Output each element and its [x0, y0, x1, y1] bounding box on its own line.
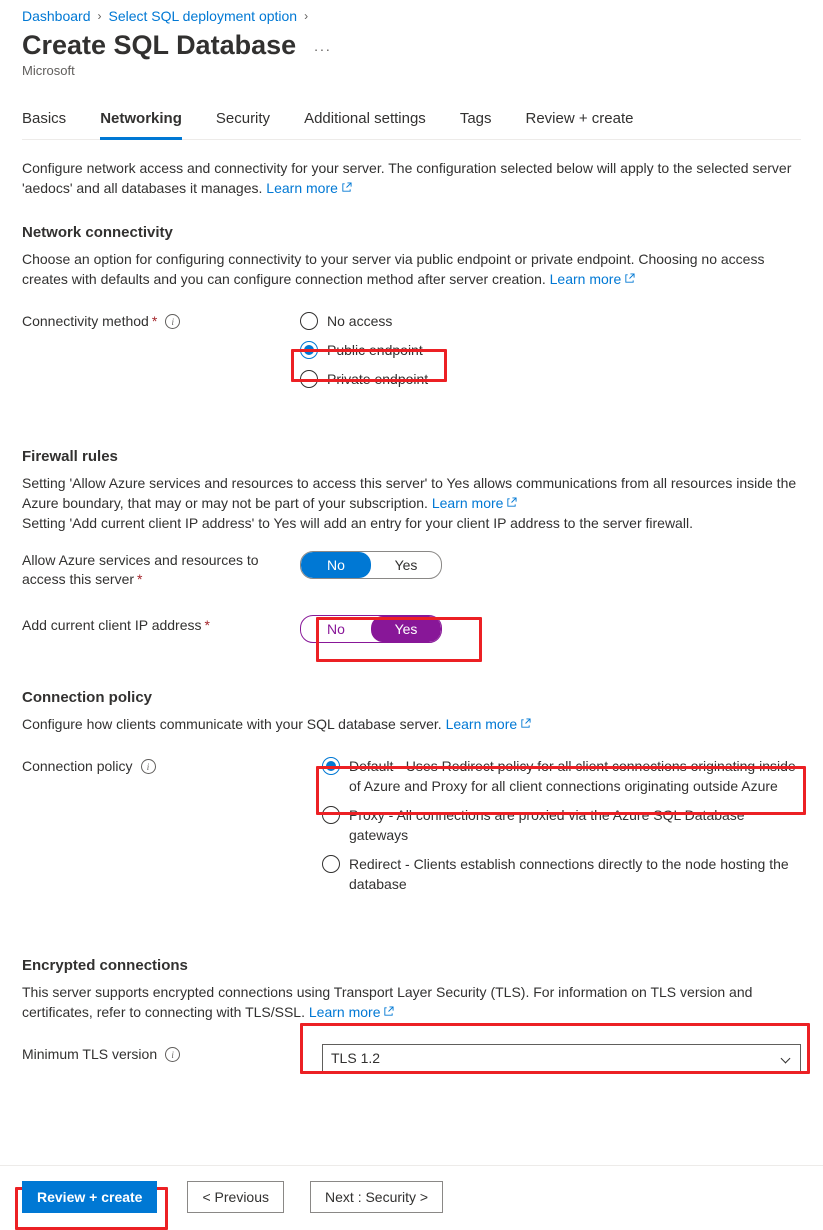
toggle-yes[interactable]: Yes: [371, 552, 441, 578]
connection-policy-heading: Connection policy: [22, 689, 801, 706]
encrypted-connections-heading: Encrypted connections: [22, 957, 801, 974]
footer: Review + create < Previous Next : Securi…: [0, 1165, 823, 1228]
next-security-button[interactable]: Next : Security >: [310, 1181, 443, 1213]
tabs: Basics Networking Security Additional se…: [22, 110, 801, 140]
connectivity-option-public-endpoint[interactable]: Public endpoint: [300, 340, 428, 360]
page-title: Create SQL Database: [22, 30, 296, 61]
intro-learn-more-link[interactable]: Learn more: [266, 180, 352, 196]
radio-icon: [322, 806, 340, 824]
connection-policy-option-default[interactable]: Default - Uses Redirect policy for all c…: [322, 756, 798, 796]
breadcrumb-dashboard[interactable]: Dashboard: [22, 8, 91, 24]
review-create-button[interactable]: Review + create: [22, 1181, 157, 1213]
network-connectivity-desc: Choose an option for configuring connect…: [22, 249, 801, 289]
tab-networking[interactable]: Networking: [100, 110, 182, 140]
min-tls-version-select[interactable]: TLS 1.2: [322, 1044, 801, 1072]
tab-review-create[interactable]: Review + create: [526, 110, 634, 139]
encrypted-connections-desc: This server supports encrypted connectio…: [22, 982, 801, 1022]
firewall-learn-more-link[interactable]: Learn more: [432, 495, 518, 511]
breadcrumb-select-sql-deployment[interactable]: Select SQL deployment option: [109, 8, 298, 24]
tab-tags[interactable]: Tags: [460, 110, 492, 139]
allow-azure-services-toggle[interactable]: No Yes: [300, 551, 442, 579]
tab-security[interactable]: Security: [216, 110, 270, 139]
intro-text: Configure network access and connectivit…: [22, 158, 801, 198]
external-link-icon: [383, 1006, 394, 1017]
previous-button[interactable]: < Previous: [187, 1181, 284, 1213]
allow-azure-services-label: Allow Azure services and resources to ac…: [22, 551, 300, 589]
info-icon[interactable]: i: [165, 1047, 180, 1062]
connection-policy-desc: Configure how clients communicate with y…: [22, 714, 801, 734]
toggle-yes[interactable]: Yes: [371, 616, 441, 642]
radio-icon: [300, 341, 318, 359]
external-link-icon: [506, 497, 517, 508]
info-icon[interactable]: i: [141, 759, 156, 774]
radio-icon: [322, 757, 340, 775]
tls-learn-more-link[interactable]: Learn more: [309, 1004, 395, 1020]
connection-policy-label: Connection policyi: [22, 756, 322, 903]
connectivity-option-private-endpoint[interactable]: Private endpoint: [300, 369, 428, 389]
connection-policy-learn-more-link[interactable]: Learn more: [446, 716, 532, 732]
connection-policy-option-redirect[interactable]: Redirect - Clients establish connections…: [322, 854, 798, 894]
connectivity-method-label: Connectivity method*i: [22, 311, 300, 398]
toggle-no[interactable]: No: [301, 616, 371, 642]
connection-policy-group: Default - Uses Redirect policy for all c…: [322, 756, 798, 903]
min-tls-version-label: Minimum TLS versioni: [22, 1044, 322, 1072]
connection-policy-option-proxy[interactable]: Proxy - All connections are proxied via …: [322, 805, 798, 845]
more-actions-button[interactable]: ...: [314, 38, 332, 54]
firewall-rules-desc: Setting 'Allow Azure services and resour…: [22, 473, 801, 533]
external-link-icon: [520, 718, 531, 729]
select-value: TLS 1.2: [331, 1050, 380, 1066]
tab-additional-settings[interactable]: Additional settings: [304, 110, 426, 139]
external-link-icon: [341, 182, 352, 193]
chevron-right-icon: ›: [98, 9, 102, 23]
radio-icon: [300, 370, 318, 388]
connectivity-method-group: No access Public endpoint Private endpoi…: [300, 311, 428, 398]
toggle-no[interactable]: No: [301, 552, 371, 578]
firewall-rules-heading: Firewall rules: [22, 448, 801, 465]
connectivity-option-no-access[interactable]: No access: [300, 311, 428, 331]
breadcrumb: Dashboard › Select SQL deployment option…: [22, 8, 801, 24]
connectivity-learn-more-link[interactable]: Learn more: [550, 271, 636, 287]
external-link-icon: [624, 273, 635, 284]
info-icon[interactable]: i: [165, 314, 180, 329]
radio-icon: [322, 855, 340, 873]
radio-icon: [300, 312, 318, 330]
page-subtitle: Microsoft: [22, 63, 801, 78]
chevron-down-icon: [781, 1053, 791, 1063]
add-client-ip-label: Add current client IP address*: [22, 615, 300, 643]
network-connectivity-heading: Network connectivity: [22, 224, 801, 241]
chevron-right-icon: ›: [304, 9, 308, 23]
tab-basics[interactable]: Basics: [22, 110, 66, 139]
add-client-ip-toggle[interactable]: No Yes: [300, 615, 442, 643]
